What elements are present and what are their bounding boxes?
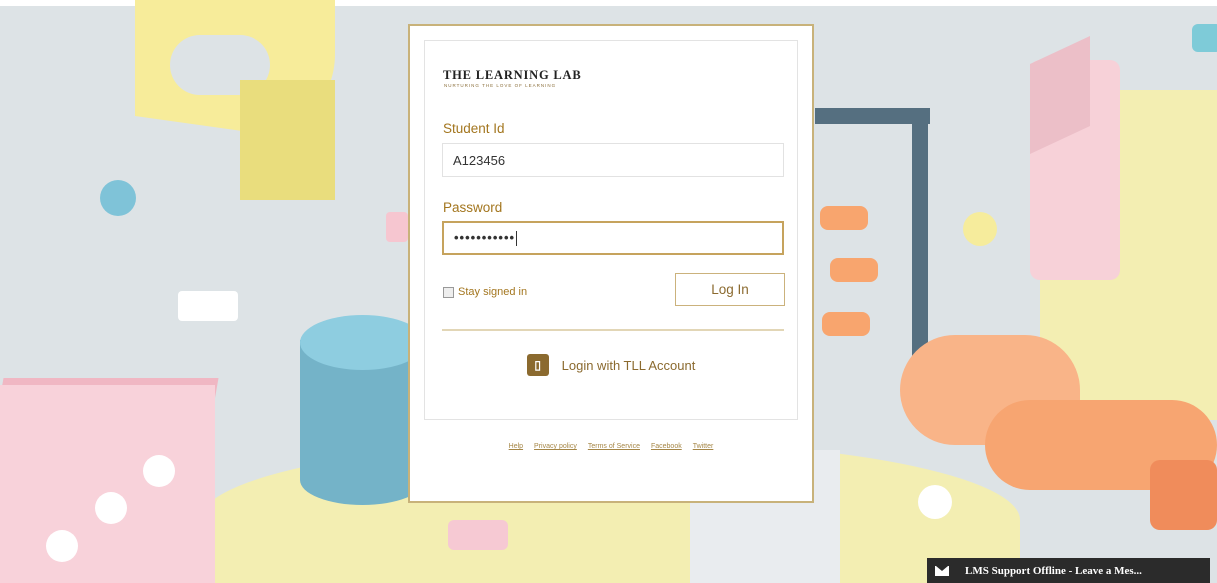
dice-dot bbox=[46, 530, 78, 562]
student-id-label: Student Id bbox=[443, 121, 505, 136]
white-pill-decoration bbox=[178, 291, 238, 321]
stay-signed-in-row[interactable]: Stay signed in bbox=[443, 286, 527, 298]
footer-link-help[interactable]: Help bbox=[509, 443, 523, 450]
abacus-bead bbox=[820, 206, 868, 230]
white-dot-decoration bbox=[918, 485, 952, 519]
tll-login-label[interactable]: Login with TLL Account bbox=[562, 358, 696, 373]
pink-small-decoration bbox=[386, 212, 408, 242]
envelope-icon bbox=[935, 565, 949, 576]
footer-links: Help Privacy policy Terms of Service Fac… bbox=[410, 443, 812, 450]
yellow-number-stem bbox=[240, 80, 335, 200]
footer-link-facebook[interactable]: Facebook bbox=[651, 443, 682, 450]
dice-dot bbox=[143, 455, 175, 487]
orange-number-end bbox=[1150, 460, 1217, 530]
login-button[interactable]: Log In bbox=[675, 273, 785, 306]
yellow-dot-decoration bbox=[963, 212, 997, 246]
login-form-panel: THE LEARNING LAB NURTURING THE LOVE OF L… bbox=[424, 40, 798, 420]
tll-login-button[interactable]: ▯ Login with TLL Account bbox=[425, 354, 797, 376]
password-value: ••••••••••• bbox=[454, 230, 516, 245]
pink-dice bbox=[0, 385, 215, 583]
password-label: Password bbox=[443, 200, 503, 215]
footer-link-terms[interactable]: Terms of Service bbox=[588, 443, 640, 450]
support-chat-bar[interactable]: LMS Support Offline - Leave a Mes... bbox=[927, 558, 1210, 583]
pink-floor-decoration bbox=[448, 520, 508, 550]
dice-dot bbox=[95, 492, 127, 524]
divider bbox=[442, 329, 784, 331]
footer-link-privacy[interactable]: Privacy policy bbox=[534, 443, 577, 450]
cylinder-top bbox=[300, 315, 425, 370]
text-caret bbox=[516, 231, 518, 247]
support-chat-label[interactable]: LMS Support Offline - Leave a Mes... bbox=[965, 565, 1142, 577]
blue-dot-decoration bbox=[100, 180, 136, 216]
brand-logo-tagline: NURTURING THE LOVE OF LEARNING bbox=[444, 83, 557, 88]
login-card: THE LEARNING LAB NURTURING THE LOVE OF L… bbox=[408, 24, 814, 503]
stay-signed-in-checkbox[interactable] bbox=[443, 286, 454, 298]
teal-corner-decoration bbox=[1192, 24, 1217, 52]
brand-logo-title: THE LEARNING LAB bbox=[443, 68, 582, 82]
student-id-value: A123456 bbox=[453, 153, 506, 168]
office-logo-icon[interactable]: ▯ bbox=[526, 354, 549, 376]
stay-signed-in-label[interactable]: Stay signed in bbox=[458, 286, 527, 298]
abacus-bead bbox=[822, 312, 870, 336]
footer-link-twitter[interactable]: Twitter bbox=[693, 443, 714, 450]
student-id-input[interactable]: A123456 bbox=[442, 143, 784, 177]
password-input[interactable]: ••••••••••• bbox=[442, 221, 784, 255]
abacus-bead bbox=[830, 258, 878, 282]
abacus-frame-side bbox=[912, 108, 928, 358]
